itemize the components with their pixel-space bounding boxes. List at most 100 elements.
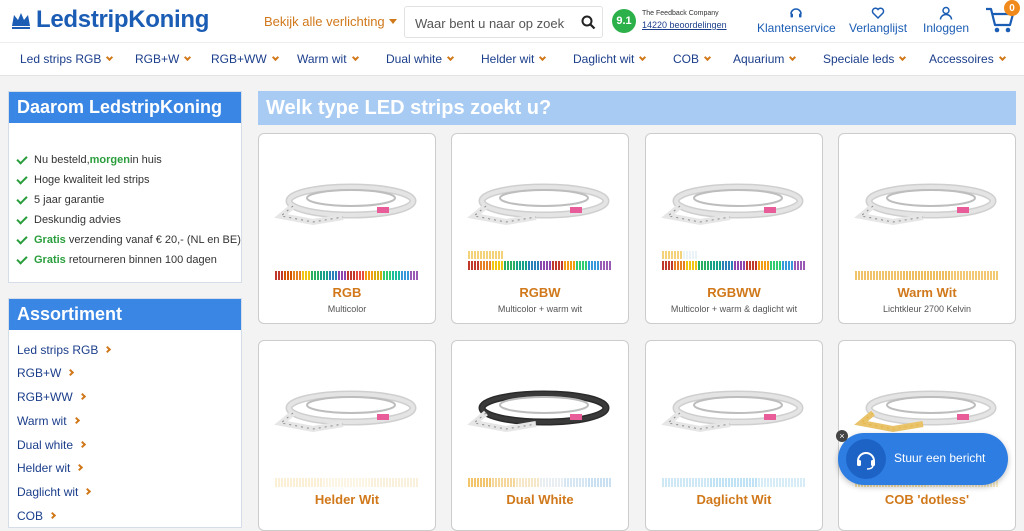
assortment-item[interactable]: Warm wit	[17, 414, 80, 428]
chevron-down-icon	[106, 53, 114, 62]
color-spectrum-bar	[662, 478, 805, 487]
usp-text: retourneren binnen 100 dagen	[65, 254, 217, 266]
menu-rgbww[interactable]: RGB+WW	[211, 52, 279, 66]
assortment-label: RGB+W	[17, 366, 62, 380]
product-title: RGB	[332, 285, 362, 300]
menu-label: Dual white	[386, 52, 443, 66]
search-icon[interactable]	[581, 15, 596, 30]
assortment-title: Assortiment	[9, 299, 241, 330]
menu-aquarium[interactable]: Aquarium	[733, 52, 797, 66]
menu-helder-wit[interactable]: Helder wit	[481, 52, 547, 66]
chevron-right-icon	[72, 416, 80, 425]
color-spectrum-bar	[275, 271, 418, 280]
menu-label: Led strips RGB	[20, 52, 102, 66]
led-strip-image	[854, 183, 997, 226]
usp-item: Gratis verzending vanaf € 20,- (NL en BE…	[16, 232, 241, 246]
chevron-down-icon	[789, 53, 797, 62]
product-card[interactable]: RGBWW Multicolor + warm & daglicht wit	[645, 133, 823, 324]
menu-daglicht-wit[interactable]: Daglicht wit	[573, 52, 647, 66]
menu-warm-wit[interactable]: Warm wit	[297, 52, 359, 66]
logo-text: LedstripKoning	[36, 6, 210, 33]
customer-service-button[interactable]: Klantenservice	[757, 6, 836, 35]
menu-label: RGB+W	[135, 52, 180, 66]
check-icon	[16, 252, 28, 265]
user-icon	[939, 6, 953, 20]
chevron-down-icon	[184, 53, 192, 62]
product-card[interactable]: RGB Multicolor	[258, 133, 436, 324]
usp-bold: Gratis	[34, 254, 66, 266]
wishlist-label: Verlanglijst	[849, 21, 908, 35]
check-icon	[16, 232, 28, 245]
product-title: Warm Wit	[897, 285, 957, 300]
assortment-label: RGB+WW	[17, 390, 73, 404]
chevron-right-icon	[84, 487, 92, 496]
usp-text: Hoge kwaliteit led strips	[34, 174, 150, 186]
chevron-down-icon	[899, 53, 907, 62]
menu-accessoires[interactable]: Accessoires	[929, 52, 1006, 66]
menu-label: RGB+WW	[211, 52, 267, 66]
logo[interactable]: LedstripKoning	[10, 6, 209, 34]
all-lighting-dropdown[interactable]: Bekijk alle verlichting	[264, 14, 397, 29]
product-card[interactable]: Warm Wit Lichtkleur 2700 Kelvin	[838, 133, 1016, 324]
assortment-label: COB	[17, 509, 44, 523]
led-strip-image	[467, 390, 610, 433]
usp-item: 5 jaar garantie	[16, 192, 104, 206]
category-menu: Led strips RGB RGB+W RGB+WW Warm wit Dua…	[0, 42, 1024, 76]
color-spectrum-bar	[468, 251, 611, 270]
chat-close-button[interactable]: ×	[836, 430, 848, 442]
product-title: COB 'dotless'	[884, 492, 970, 507]
menu-label: Speciale leds	[823, 52, 895, 66]
product-card[interactable]: RGBW Multicolor + warm wit	[451, 133, 629, 324]
assortment-label: Dual white	[17, 438, 74, 452]
product-card[interactable]: Helder Wit	[258, 340, 436, 531]
assortment-item[interactable]: Daglicht wit	[17, 485, 92, 499]
cart-count-badge: 0	[1004, 0, 1020, 16]
color-spectrum-bar	[662, 251, 805, 270]
headset-icon	[790, 8, 803, 18]
led-strip-image	[854, 390, 997, 433]
product-subtitle: Multicolor + warm wit	[497, 304, 583, 314]
rating-score-badge[interactable]: 9.1	[612, 9, 636, 33]
usp-text: in huis	[130, 154, 162, 166]
search-input[interactable]	[415, 14, 565, 32]
login-label: Inloggen	[923, 21, 970, 35]
menu-cob[interactable]: COB	[673, 52, 712, 66]
product-title: Daglicht Wit	[696, 492, 772, 507]
led-strip-image	[661, 183, 804, 226]
assortment-item[interactable]: Helder wit	[17, 461, 84, 475]
led-strip-image	[467, 183, 610, 226]
led-strip-image	[274, 390, 417, 433]
product-title: Dual White	[506, 492, 574, 507]
usp-text: Deskundig advies	[34, 214, 121, 226]
assortment-item[interactable]: Dual white	[17, 438, 87, 452]
chevron-down-icon	[703, 53, 712, 62]
assortment-item[interactable]: Led strips RGB	[17, 343, 112, 357]
menu-rgbw[interactable]: RGB+W	[135, 52, 192, 66]
menu-label: Daglicht wit	[573, 52, 635, 66]
product-title: RGBW	[519, 285, 561, 300]
chevron-down-icon	[271, 53, 279, 62]
product-subtitle: Multicolor	[327, 304, 367, 314]
chevron-right-icon	[67, 368, 75, 377]
chevron-down-icon	[446, 53, 455, 62]
menu-label: Helder wit	[481, 52, 535, 66]
assortment-item[interactable]: RGB+WW	[17, 390, 86, 404]
menu-led-strips-rgb[interactable]: Led strips RGB	[20, 52, 114, 66]
login-button[interactable]: Inloggen	[923, 6, 969, 35]
assortment-item[interactable]: COB	[17, 509, 57, 523]
chevron-down-icon	[639, 53, 647, 62]
assortment-item[interactable]: RGB+W	[17, 366, 75, 380]
menu-dual-white[interactable]: Dual white	[386, 52, 455, 66]
product-card[interactable]: Daglicht Wit	[645, 340, 823, 531]
chevron-right-icon	[48, 511, 57, 520]
assortment-label: Daglicht wit	[17, 485, 79, 499]
why-us-title: Daarom LedstripKoning	[9, 92, 241, 123]
wishlist-button[interactable]: Verlanglijst	[849, 6, 907, 35]
product-title: RGBWW	[707, 285, 761, 300]
product-subtitle: Lichtkleur 2700 Kelvin	[882, 304, 972, 314]
menu-speciale-leds[interactable]: Speciale leds	[823, 52, 907, 66]
product-card[interactable]: Dual White	[451, 340, 629, 531]
chat-button[interactable]: Stuur een bericht	[838, 433, 1008, 485]
reviews-link[interactable]: 14220 beoordelingen	[642, 20, 727, 30]
menu-label: Aquarium	[733, 52, 785, 66]
